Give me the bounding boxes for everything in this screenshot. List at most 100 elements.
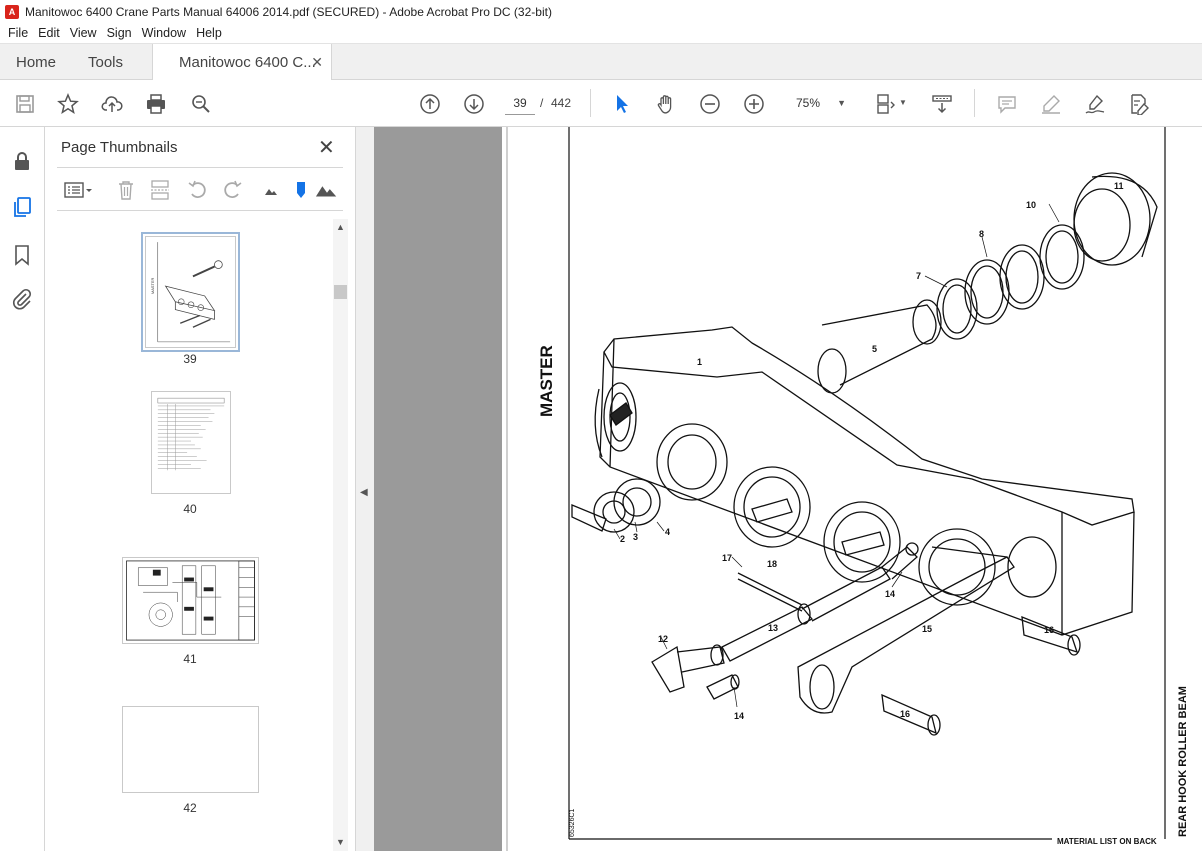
tab-bar: Home Tools Manitowoc 6400 C... ✕ — [0, 43, 1202, 81]
thumbnail-page-39[interactable]: MASTER — [141, 232, 240, 352]
callout-1: 1 — [697, 357, 702, 367]
thumbnail-41-schematic — [126, 560, 255, 641]
pdf-page: 1 2 3 4 5 7 8 10 11 12 13 14 14 15 16 16… — [502, 127, 1202, 851]
next-page-icon[interactable] — [461, 91, 487, 117]
document-view[interactable]: 1 2 3 4 5 7 8 10 11 12 13 14 14 15 16 16… — [374, 127, 1202, 851]
zoom-level-select[interactable]: 75% ▼ — [788, 91, 852, 115]
previous-page-icon[interactable] — [417, 91, 443, 117]
exploded-parts-drawing: 1 2 3 4 5 7 8 10 11 12 13 14 14 15 16 16… — [506, 127, 1189, 851]
menu-edit[interactable]: Edit — [33, 26, 65, 40]
zoom-out-icon[interactable] — [697, 91, 723, 117]
print-icon[interactable] — [143, 91, 169, 117]
master-label: MASTER — [537, 345, 556, 417]
drawing-side-title: REAR HOOK ROLLER BEAM — [1177, 686, 1189, 837]
thumbnail-size-slider-icon[interactable] — [289, 178, 313, 202]
hand-tool-icon[interactable] — [653, 91, 679, 117]
callout-4: 4 — [665, 527, 670, 537]
callout-18: 18 — [767, 559, 777, 569]
thumbnail-label-42: 42 — [183, 801, 197, 815]
callout-3: 3 — [633, 532, 638, 542]
select-cursor-icon[interactable] — [609, 91, 635, 117]
callout-2: 2 — [620, 534, 625, 544]
callout-7: 7 — [916, 271, 921, 281]
highlight-pen-icon[interactable] — [1038, 91, 1064, 117]
callout-11: 11 — [1114, 181, 1124, 191]
thumbnail-page-42[interactable] — [122, 706, 259, 793]
toolbar-divider — [974, 89, 975, 117]
panel-title: Page Thumbnails — [61, 139, 178, 156]
thumbnail-page-41[interactable] — [122, 557, 259, 644]
scroll-down-icon[interactable]: ▼ — [336, 837, 345, 847]
menu-help[interactable]: Help — [191, 26, 227, 40]
thumbnail-label-41: 41 — [183, 652, 197, 666]
menu-view[interactable]: View — [65, 26, 102, 40]
bookmark-icon[interactable] — [10, 243, 34, 267]
callout-8: 8 — [979, 229, 984, 239]
callout-16a: 16 — [1044, 625, 1054, 635]
rotate-right-icon[interactable] — [220, 178, 244, 202]
callout-12: 12 — [658, 634, 668, 644]
sign-pen-icon[interactable] — [1082, 91, 1108, 117]
paperclip-icon[interactable] — [10, 287, 34, 311]
page-thumbnails-icon[interactable] — [10, 195, 34, 219]
thumbnail-list: MASTER 39 40 41 42 — [45, 219, 348, 851]
bookmark-star-icon[interactable] — [55, 91, 81, 117]
callout-15: 15 — [922, 624, 932, 634]
thumbnail-scrollbar[interactable]: ▲ ▼ — [333, 219, 348, 851]
tab-home[interactable]: Home — [16, 44, 56, 80]
scroll-up-icon[interactable]: ▲ — [336, 222, 345, 232]
insert-page-icon[interactable] — [148, 178, 172, 202]
window-title: Manitowoc 6400 Crane Parts Manual 64006 … — [25, 4, 552, 19]
comment-icon[interactable] — [994, 91, 1020, 117]
menu-sign[interactable]: Sign — [102, 26, 137, 40]
page-layout-icon[interactable] — [873, 91, 899, 117]
delete-page-icon[interactable] — [114, 178, 138, 202]
upload-cloud-icon[interactable] — [99, 91, 125, 117]
drawing-number: 65326C1 — [569, 808, 576, 837]
menu-window[interactable]: Window — [137, 26, 191, 40]
lock-icon[interactable] — [10, 149, 34, 173]
thumbnail-39-drawing: MASTER — [150, 242, 231, 343]
menu-bar: File Edit View Sign Window Help — [0, 23, 1202, 43]
acrobat-app-icon: A — [5, 4, 19, 19]
larger-thumbnails-icon[interactable] — [315, 178, 339, 202]
panel-collapse-area: ◀ — [356, 127, 374, 851]
callout-14a: 14 — [885, 589, 895, 599]
callout-13: 13 — [768, 623, 778, 633]
edit-pdf-icon[interactable] — [1126, 91, 1152, 117]
svg-text:MASTER: MASTER — [150, 277, 155, 293]
save-icon[interactable] — [12, 91, 38, 117]
scroll-mode-icon[interactable] — [929, 91, 955, 117]
thumbnail-page-40[interactable] — [151, 391, 231, 494]
callout-10: 10 — [1026, 200, 1036, 210]
close-panel-icon[interactable]: ✕ — [318, 135, 335, 160]
scrollbar-thumb[interactable] — [334, 285, 347, 299]
tab-document[interactable]: Manitowoc 6400 C... ✕ — [152, 44, 332, 81]
smaller-thumbnails-icon[interactable] — [259, 178, 283, 202]
close-tab-icon[interactable]: ✕ — [311, 54, 323, 71]
callout-17: 17 — [722, 553, 732, 563]
thumbnail-40-table — [157, 397, 225, 471]
page-number-input[interactable] — [505, 91, 535, 115]
callout-5: 5 — [872, 344, 877, 354]
collapse-panel-icon[interactable]: ◀ — [360, 487, 368, 498]
page-thumbnails-panel: Page Thumbnails ✕ MASTER 39 40 41 42 ▲ ▼ — [45, 127, 356, 851]
zoom-level-value: 75% — [796, 96, 821, 110]
page-separator: / — [540, 96, 544, 110]
callout-labels: 1 2 3 4 5 7 8 10 11 12 13 14 14 15 16 16… — [620, 181, 1124, 721]
page-total: 442 — [551, 96, 572, 110]
thumbnail-options-icon[interactable] — [61, 178, 97, 202]
callout-16b: 16 — [900, 709, 910, 719]
menu-file[interactable]: File — [3, 26, 33, 40]
left-rail — [0, 127, 45, 851]
zoom-in-icon[interactable] — [741, 91, 767, 117]
thumbnail-toolbar — [57, 167, 343, 211]
drawing-footer: MATERIAL LIST ON BACK — [1057, 837, 1157, 846]
main-toolbar: / 442 75% ▼ ▼ — [0, 80, 1202, 127]
thumbnail-label-40: 40 — [183, 502, 197, 516]
tab-tools[interactable]: Tools — [88, 44, 123, 80]
title-bar: A Manitowoc 6400 Crane Parts Manual 6400… — [0, 0, 1202, 23]
rotate-left-icon[interactable] — [186, 178, 210, 202]
page-layout-chevron-icon[interactable]: ▼ — [899, 98, 907, 107]
zoom-search-icon[interactable] — [188, 91, 214, 117]
